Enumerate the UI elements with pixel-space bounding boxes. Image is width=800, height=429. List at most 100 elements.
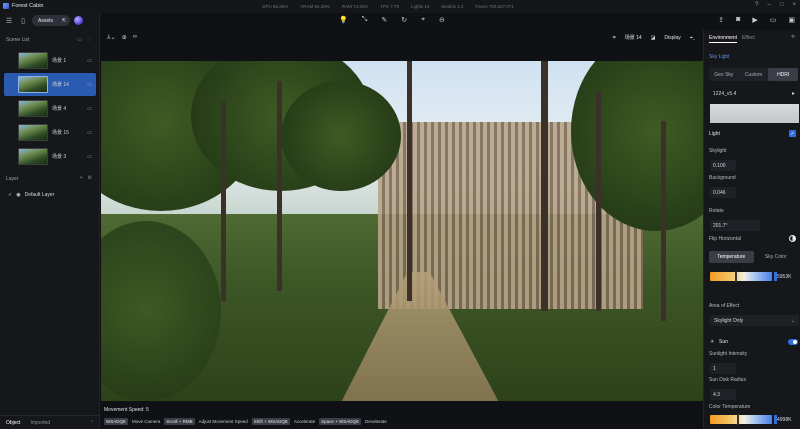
scene-name: 场景 14 <box>52 82 69 88</box>
light-title: Light <box>709 131 720 137</box>
check-icon[interactable]: ✓ <box>8 192 12 198</box>
title-bar: Forest Cabin GPU 56.25% VRAM 84.28% RAM … <box>0 0 800 13</box>
focus-icon[interactable]: ⌗ <box>613 35 616 41</box>
area-of-effect-select[interactable]: Skylight Only ⌄ <box>710 315 799 326</box>
scene-name: 场景 15 <box>52 130 69 136</box>
color-temperature-label: Color Temperature <box>709 404 751 410</box>
rotate-icon[interactable]: ↻ <box>401 16 407 24</box>
maximize-button[interactable]: □ <box>780 2 784 8</box>
layer-item[interactable]: ✓ ◉ Default Layer <box>8 192 54 198</box>
camera-icon[interactable]: ▭ <box>87 82 92 88</box>
tree-trunk <box>541 61 548 311</box>
sky-mode-custom[interactable]: Custom <box>739 68 769 81</box>
tab-imported[interactable]: Imported <box>30 420 50 426</box>
stat-vram: VRAM 84.28% <box>300 3 330 9</box>
scene-item-active[interactable]: 场景 14 ▭ <box>4 73 96 96</box>
camera-settings-icon[interactable]: ⌖⌄ <box>690 35 695 41</box>
export-toolbar: ⇪ ◙ ▶ ▭ ▣ <box>718 16 795 24</box>
camera-icon[interactable]: ▭ <box>87 130 92 136</box>
flip-horizontal-label: Flip Horizontal <box>709 236 741 242</box>
globe-icon[interactable] <box>74 16 83 25</box>
measure-icon[interactable]: ⤡ <box>362 16 368 24</box>
sun-disk-radius-input[interactable]: 4.3 <box>710 389 736 400</box>
chevron-up-icon[interactable]: ⌃ <box>90 420 94 426</box>
link-icon[interactable]: ∞ <box>133 34 137 41</box>
skylight-label: Skylight <box>709 148 727 154</box>
shortcut-action: Accelerate <box>293 419 316 424</box>
current-scene-label[interactable]: 场景 14 <box>625 34 642 41</box>
color-temperature-value: 4998K <box>777 417 792 423</box>
shortcut-key: Space + WSADQE <box>319 418 361 425</box>
skylight-input[interactable]: 0.100 <box>710 160 736 171</box>
temperature-knob[interactable] <box>735 271 737 282</box>
more-icon[interactable]: ⋮ <box>87 37 92 43</box>
path-icon[interactable]: ⌖ <box>421 16 425 24</box>
sun-toggle[interactable] <box>788 339 798 345</box>
tab-effect[interactable]: Effect <box>742 35 755 43</box>
temperature-slider[interactable] <box>710 272 772 281</box>
assets-button[interactable]: Assets ⇱ <box>32 15 70 26</box>
right-panel-tabs: Environment Effect <box>709 35 755 43</box>
menu-icon[interactable]: ☰ <box>4 16 14 26</box>
tab-object[interactable]: Object <box>6 420 20 426</box>
scene-list-title: Scene List <box>6 37 30 43</box>
help-icon[interactable]: ? <box>755 2 758 8</box>
rotate-input[interactable]: 201.7° <box>710 220 760 231</box>
stat-ram: RAM 74.33% <box>341 3 369 9</box>
tab-environment[interactable]: Environment <box>709 35 738 43</box>
movement-speed: Movement Speed: 5 <box>104 407 149 413</box>
sunlight-intensity-input[interactable]: 1 <box>710 363 736 374</box>
display-icon[interactable]: ◪ <box>651 35 656 41</box>
add-scene-icon[interactable]: ▭ <box>77 37 82 43</box>
background-label: Background <box>709 175 736 181</box>
collapse-panel-icon[interactable]: ⟡ <box>791 34 795 41</box>
scene-thumbnail <box>18 100 48 117</box>
shortcut-key: WSADQE <box>104 418 129 425</box>
light-bulb-icon[interactable]: 💡 <box>339 16 348 24</box>
globe-grid-icon[interactable]: ⊕ <box>122 34 127 41</box>
panorama-icon[interactable]: ▭ <box>770 16 777 24</box>
app-logo-icon <box>3 3 9 9</box>
light-checkbox[interactable]: ✓ <box>789 130 796 137</box>
camera-icon[interactable]: ▭ <box>87 106 92 112</box>
color-temperature-slider[interactable] <box>710 415 772 424</box>
scene-name: 场景 3 <box>52 154 67 160</box>
sky-mode-geo[interactable]: Geo Sky <box>709 68 739 81</box>
camera-icon[interactable]: ▭ <box>87 58 92 64</box>
file-icon[interactable]: ▯ <box>18 16 28 26</box>
video-icon[interactable]: ▶ <box>752 16 757 24</box>
assets-arrow-icon: ⇱ <box>62 17 67 24</box>
display-button[interactable]: Display <box>664 35 680 41</box>
scene-item[interactable]: 场景 4 ▭ <box>4 97 96 120</box>
visibility-icon[interactable]: ◉ <box>16 192 20 198</box>
scene-item[interactable]: 场景 1 ▭ <box>4 49 96 72</box>
shortcut-action: Decelerate <box>365 419 387 424</box>
minimize-button[interactable]: – <box>768 2 771 8</box>
tab-temperature[interactable]: Temperature <box>709 251 754 263</box>
render-viewport[interactable] <box>101 61 703 401</box>
shortcut-action: Move Camera <box>132 419 161 424</box>
tree-trunk <box>277 81 282 291</box>
close-button[interactable]: × <box>792 2 796 8</box>
axis-icon[interactable]: ⅄⌄ <box>107 34 116 41</box>
area-of-effect-label: Area of Effect <box>709 303 740 309</box>
flip-toggle-icon[interactable] <box>789 235 796 242</box>
sun-disk-radius-label: Sun Disk Radius <box>709 377 746 383</box>
scene-item[interactable]: 场景 15 ▭ <box>4 121 96 144</box>
camera-icon[interactable]: ▭ <box>87 154 92 160</box>
hdri-preview[interactable] <box>710 104 799 123</box>
sky-mode-hdri[interactable]: HDRI <box>768 68 799 81</box>
gallery-icon[interactable]: ▣ <box>788 16 795 24</box>
draw-icon[interactable]: ✎ <box>381 16 387 24</box>
scene-item[interactable]: 场景 3 ▭ <box>4 145 96 168</box>
color-temperature-knob[interactable] <box>737 414 739 425</box>
camera-icon[interactable]: ◙ <box>736 16 740 24</box>
tree-trunk <box>596 91 601 311</box>
background-input[interactable]: 0.046 <box>710 187 736 198</box>
share-icon[interactable]: ⇪ <box>718 16 724 24</box>
tab-sky-color[interactable]: Sky Color <box>754 251 799 263</box>
planet-icon[interactable]: ⊖ <box>439 16 445 24</box>
sunlight-intensity-label: Sunlight Intensity <box>709 351 748 357</box>
settings-icon[interactable]: ⚙ <box>88 175 92 181</box>
add-layer-icon[interactable]: + <box>80 175 83 181</box>
